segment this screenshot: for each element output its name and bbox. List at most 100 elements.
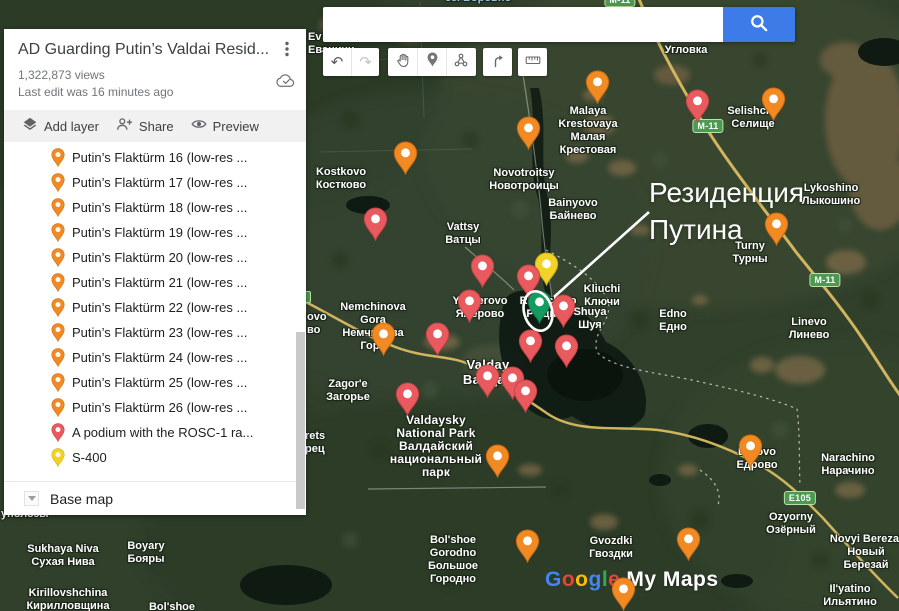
map-pin-orange-24[interactable] (676, 527, 701, 566)
map-title[interactable]: AD Guarding Putin’s Valdai Resid... (18, 39, 292, 61)
orange-pin-icon (51, 173, 65, 192)
orange-pin-icon (51, 173, 65, 192)
map-pin-orange-26[interactable] (611, 577, 636, 611)
search-button[interactable] (723, 7, 795, 42)
mymaps-wordmark: My Maps (626, 568, 718, 591)
orange-pin-icon (51, 348, 65, 367)
undo-button[interactable]: ↶ (323, 48, 351, 76)
map-pin-orange-22[interactable] (738, 434, 763, 473)
map-pin-red-13[interactable] (551, 294, 576, 333)
layer-item-label: Putin’s Flaktürm 17 (low-res ... (72, 175, 247, 190)
share-button[interactable]: Share (116, 116, 174, 137)
add-layer-button[interactable]: Add layer (22, 116, 99, 137)
orange-pin-icon (51, 198, 65, 217)
orange-pin-icon (51, 223, 65, 242)
add-marker-button[interactable] (417, 48, 446, 76)
map-pin-red-16[interactable] (518, 329, 543, 368)
map-pin-red-11[interactable] (457, 289, 482, 328)
orange-pin-icon (51, 298, 65, 317)
red-pin-icon (51, 423, 65, 442)
map-pin-orange-2[interactable] (761, 87, 786, 126)
orange-pin-icon (764, 212, 789, 246)
layer-item[interactable]: A podium with the ROSC-1 ra... (4, 420, 306, 445)
orange-pin-icon (393, 141, 418, 175)
red-pin-icon (457, 289, 482, 323)
red-pin-icon (425, 322, 450, 356)
layer-item[interactable]: Putin’s Flaktürm 22 (low-res ... (4, 295, 306, 320)
measure-button[interactable] (518, 48, 547, 76)
share-label: Share (139, 119, 174, 134)
map-pin-orange-1[interactable] (585, 70, 610, 109)
my-maps-app: оз. ВоровноEvЕваничиУгловкаMalayaKrestov… (0, 0, 899, 611)
draw-line-button[interactable] (446, 48, 475, 76)
layer-item-label: Putin’s Flaktürm 26 (low-res ... (72, 400, 247, 415)
measure-group (518, 48, 547, 76)
orange-pin-icon (51, 323, 65, 342)
map-pin-red-9[interactable] (470, 254, 495, 293)
layer-items-viewport: Putin’s Flaktürm 15 (low-res ...Putin’s … (4, 142, 306, 474)
red-pin-icon (470, 254, 495, 288)
base-map-row[interactable]: Base map (4, 482, 306, 515)
layer-item-label: A podium with the ROSC-1 ra... (72, 425, 253, 440)
layer-item[interactable]: Putin’s Flaktürm 21 (low-res ... (4, 270, 306, 295)
orange-pin-icon (371, 322, 396, 356)
map-info-panel: AD Guarding Putin’s Valdai Resid... 1,32… (4, 29, 306, 515)
red-pin-icon (685, 89, 710, 123)
layer-item[interactable]: Putin’s Flaktürm 20 (low-res ... (4, 245, 306, 270)
preview-button[interactable]: Preview (191, 116, 259, 137)
directions-icon (490, 52, 506, 73)
orange-pin-icon (51, 373, 65, 392)
layer-item[interactable]: Putin’s Flaktürm 25 (low-res ... (4, 370, 306, 395)
map-pin-orange-15[interactable] (371, 322, 396, 361)
orange-pin-icon (51, 148, 65, 167)
layer-items-list: Putin’s Flaktürm 15 (low-res ...Putin’s … (4, 142, 306, 470)
map-pin-red-20[interactable] (513, 379, 538, 418)
orange-pin-icon (515, 529, 540, 563)
map-pin-red-14[interactable] (425, 322, 450, 361)
layer-item-label: S-400 (72, 450, 107, 465)
add-directions-button[interactable] (483, 48, 512, 76)
google-logo-letter: g (589, 568, 602, 591)
map-pin-orange-25[interactable] (515, 529, 540, 568)
map-pin-green-12[interactable] (527, 290, 552, 329)
map-pin-red-21[interactable] (395, 382, 420, 421)
layer-item-label: Putin’s Flaktürm 20 (low-res ... (72, 250, 247, 265)
layer-item[interactable]: Putin’s Flaktürm 23 (low-res ... (4, 320, 306, 345)
orange-pin-icon (51, 198, 65, 217)
map-pin-red-18[interactable] (475, 364, 500, 403)
orange-pin-icon (51, 148, 65, 167)
layer-item-label: Putin’s Flaktürm 19 (low-res ... (72, 225, 247, 240)
sidebar-scrollbar[interactable] (296, 332, 305, 509)
panel-actions: Add layer Share (4, 110, 306, 142)
more-options-button[interactable] (278, 39, 296, 59)
layer-item[interactable]: Putin’s Flaktürm 17 (low-res ... (4, 170, 306, 195)
draw-tools-group (388, 48, 476, 76)
layer-item[interactable]: Putin’s Flaktürm 18 (low-res ... (4, 195, 306, 220)
pan-tool-button[interactable] (388, 48, 417, 76)
search-icon (749, 13, 769, 36)
map-pin-orange-4[interactable] (516, 116, 541, 155)
orange-pin-icon (485, 444, 510, 478)
layer-item[interactable]: Putin’s Flaktürm 26 (low-res ... (4, 395, 306, 420)
map-pin-orange-7[interactable] (764, 212, 789, 251)
hand-icon (395, 52, 411, 73)
undo-icon: ↶ (331, 55, 344, 70)
map-pin-red-6[interactable] (363, 207, 388, 246)
redo-button[interactable]: ↷ (351, 48, 379, 76)
layer-item[interactable]: Putin’s Flaktürm 19 (low-res ... (4, 220, 306, 245)
map-pin-red-3[interactable] (685, 89, 710, 128)
orange-pin-icon (51, 323, 65, 342)
redo-icon: ↷ (359, 55, 372, 70)
google-logo-letter: o (575, 568, 588, 591)
orange-pin-icon (676, 527, 701, 561)
layer-item[interactable]: Putin’s Flaktürm 16 (low-res ... (4, 145, 306, 170)
marker-icon (427, 52, 438, 72)
map-pin-orange-23[interactable] (485, 444, 510, 483)
layer-item[interactable]: S-400 (4, 445, 306, 470)
base-map-expand-icon[interactable] (24, 491, 39, 506)
layer-item[interactable]: Putin’s Flaktürm 24 (low-res ... (4, 345, 306, 370)
orange-pin-icon (51, 248, 65, 267)
map-pin-orange-5[interactable] (393, 141, 418, 180)
search-input[interactable] (323, 7, 723, 42)
map-pin-red-17[interactable] (554, 334, 579, 373)
